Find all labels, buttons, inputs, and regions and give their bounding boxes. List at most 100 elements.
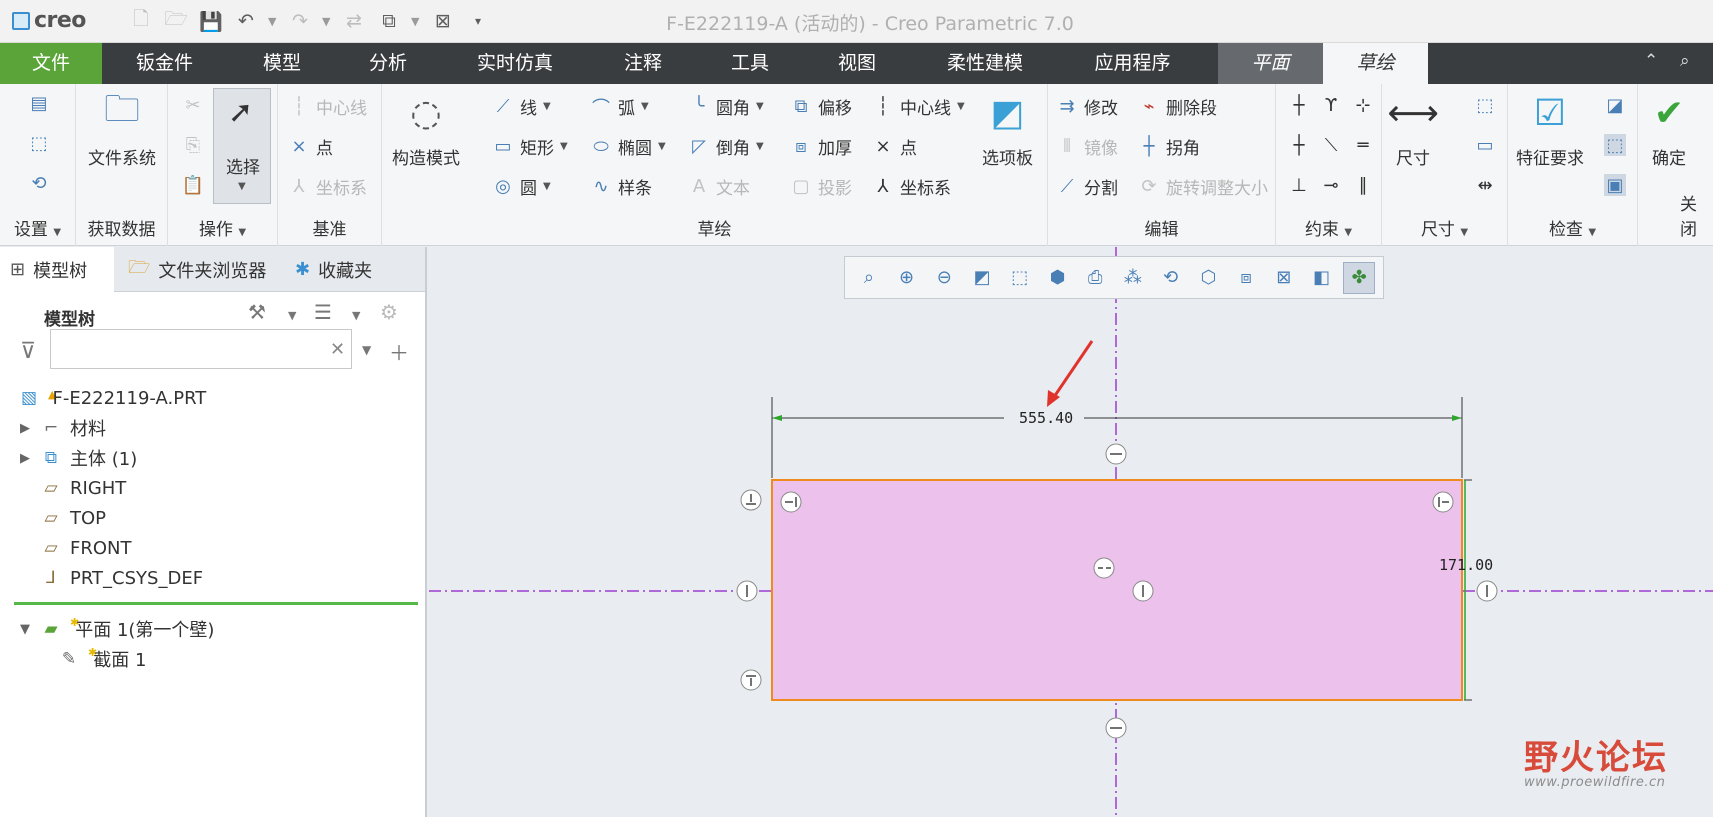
repaint-icon[interactable]: ◩ bbox=[966, 262, 998, 294]
expand-icon[interactable]: ▶ bbox=[18, 421, 32, 436]
tree-filter-settings-icon[interactable]: ⚙ bbox=[380, 300, 398, 324]
rectangle-button[interactable]: ▭ 矩形 ▼ bbox=[492, 134, 567, 159]
ellipse-button[interactable]: ⬭ 椭圆 ▼ bbox=[590, 134, 665, 159]
expand-icon[interactable]: ▶ bbox=[18, 451, 32, 466]
tab-flat[interactable]: 平面 bbox=[1218, 43, 1323, 84]
fillet-button[interactable]: ╰ 圆角 ▼ bbox=[688, 94, 764, 119]
delete-segment-button[interactable]: ⌁ 删除段 bbox=[1138, 94, 1217, 119]
symmetric-constraint-icon[interactable]: ⊸ bbox=[1320, 174, 1342, 196]
modify-button[interactable]: ⇉ 修改 bbox=[1056, 94, 1118, 119]
tree-item-part[interactable]: ▧ ▲F-E222119-A.PRT bbox=[18, 384, 206, 412]
datum-csys-button[interactable]: ⅄ 坐标系 bbox=[288, 174, 368, 199]
divide-button[interactable]: ⟋ 分割 bbox=[1056, 174, 1118, 199]
mirror-button[interactable]: ⫴ 镜像 bbox=[1056, 134, 1118, 159]
tab-simulation[interactable]: 实时仿真 bbox=[455, 43, 575, 84]
tree-item-body[interactable]: ▶ ⧉ 主体 (1) bbox=[18, 444, 137, 472]
tree-item-csys[interactable]: ⅃ PRT_CSYS_DEF bbox=[18, 564, 203, 592]
corner-button[interactable]: ┼ 拐角 bbox=[1138, 134, 1200, 159]
tab-sheetmetal[interactable]: 钣金件 bbox=[112, 43, 217, 84]
tab-sketch[interactable]: 草绘 bbox=[1323, 43, 1428, 84]
datum-point-button[interactable]: × 点 bbox=[288, 134, 333, 159]
undo-dropdown-icon[interactable]: ▼ bbox=[268, 15, 278, 28]
group-label-operations[interactable]: 操作 ▼ bbox=[168, 215, 277, 240]
circle-button[interactable]: ◎ 圆 ▼ bbox=[492, 174, 551, 199]
reference-dimension-icon[interactable]: ⇹ bbox=[1474, 174, 1496, 196]
width-dimension[interactable]: 555.40 bbox=[1019, 409, 1073, 427]
windows-dropdown-icon[interactable]: ▼ bbox=[411, 15, 421, 28]
shade-closed-loops-icon[interactable]: ▣ bbox=[1604, 174, 1626, 196]
file-system-button[interactable]: 🗀 文件系统 bbox=[88, 89, 156, 170]
sketcher-display-icon[interactable]: ◧ bbox=[1306, 262, 1338, 294]
customize-toolbar-icon[interactable]: ▾ bbox=[465, 8, 491, 34]
spline-button[interactable]: ∿ 样条 bbox=[590, 174, 652, 199]
save-icon[interactable]: 💾 bbox=[198, 8, 224, 34]
sketch-csys-button[interactable]: ⅄ 坐标系 bbox=[872, 174, 952, 199]
thicken-button[interactable]: ⧈ 加厚 bbox=[790, 134, 852, 159]
highlight-open-ends-icon[interactable]: ⬚ bbox=[1604, 134, 1626, 156]
tangent-constraint-icon[interactable]: ϒ bbox=[1320, 94, 1342, 116]
tab-favorites[interactable]: ✱ 收藏夹 bbox=[285, 247, 405, 292]
redo-dropdown-icon[interactable]: ▼ bbox=[322, 15, 332, 28]
tree-settings-icon[interactable]: ⚒ bbox=[248, 300, 266, 324]
tree-item-section[interactable]: ✎ ✱截面 1 bbox=[58, 645, 147, 673]
sketch-canvas[interactable]: 555.40 171.00 bbox=[429, 247, 1713, 817]
clear-search-icon[interactable]: ✕ bbox=[330, 339, 345, 360]
graphics-window[interactable]: 555.40 171.00 bbox=[429, 247, 1713, 817]
text-button[interactable]: A 文本 bbox=[688, 174, 750, 199]
horizontal-constraint-icon[interactable]: ┼ bbox=[1288, 134, 1310, 156]
show-columns-icon[interactable]: ☰ bbox=[314, 300, 332, 324]
sketch-display-filter-icon[interactable]: ✤ bbox=[1343, 261, 1376, 294]
tree-item-front[interactable]: ▱ FRONT bbox=[18, 534, 131, 562]
zoom-out-icon[interactable]: ⊖ bbox=[928, 262, 960, 294]
sketch-view-icon[interactable]: ⟲ bbox=[28, 172, 50, 194]
group-label-constrain[interactable]: 约束 ▼ bbox=[1276, 215, 1381, 240]
arc-button[interactable]: ⌒ 弧 ▼ bbox=[590, 94, 649, 120]
parallel-constraint-icon[interactable]: ∥ bbox=[1352, 174, 1374, 196]
group-label-inspect[interactable]: 检查 ▼ bbox=[1508, 215, 1637, 240]
height-dimension[interactable]: 171.00 bbox=[1439, 556, 1493, 574]
tab-tools[interactable]: 工具 bbox=[705, 43, 795, 84]
chamfer-button[interactable]: ◸ 倒角 ▼ bbox=[688, 134, 764, 159]
baseline-dimension-icon[interactable]: ▭ bbox=[1474, 134, 1496, 156]
overlapping-geometry-icon[interactable]: ◪ bbox=[1604, 94, 1626, 116]
tree-item-top[interactable]: ▱ TOP bbox=[18, 504, 106, 532]
open-file-icon[interactable]: 🗁 bbox=[163, 8, 189, 34]
insert-indicator[interactable] bbox=[14, 602, 418, 605]
new-file-icon[interactable]: 🗋 bbox=[128, 8, 154, 34]
cut-icon[interactable]: ✂ bbox=[182, 94, 204, 116]
select-button[interactable]: ➚ 选择 ▼ bbox=[213, 88, 271, 204]
perpendicular-constraint-icon[interactable]: ⊥ bbox=[1288, 174, 1310, 196]
perspective-icon[interactable]: ⧈ bbox=[1230, 262, 1262, 294]
refit-icon[interactable]: ⌕ bbox=[853, 262, 885, 294]
feature-requirements-button[interactable]: ☑ 特征要求 bbox=[1516, 90, 1584, 170]
tree-settings-dropdown-icon[interactable]: ▼ bbox=[288, 309, 296, 322]
coincident-constraint-icon[interactable]: ⟍ bbox=[1320, 134, 1342, 156]
search-icon[interactable]: ⌕ bbox=[1680, 51, 1690, 71]
display-style-icon[interactable]: ⬚ bbox=[1004, 262, 1036, 294]
project-button[interactable]: ▢ 投影 bbox=[790, 174, 852, 199]
tab-applications[interactable]: 应用程序 bbox=[1075, 43, 1190, 84]
tree-item-material[interactable]: ▶ ⌐ 材料 bbox=[18, 414, 106, 442]
tab-flexible-modeling[interactable]: 柔性建模 bbox=[930, 43, 1040, 84]
reference-icon[interactable]: ⬚ bbox=[28, 132, 50, 154]
close-window-icon[interactable]: ⊠ bbox=[430, 8, 456, 34]
tab-folder-browser[interactable]: 🗁 文件夹浏览器 bbox=[118, 247, 278, 292]
show-dropdown-icon[interactable]: ▼ bbox=[352, 309, 360, 322]
construction-mode-button[interactable]: ◌ 构造模式 bbox=[392, 90, 460, 170]
filter-dropdown-icon[interactable]: ▼ bbox=[362, 343, 371, 357]
annotation-display-icon[interactable]: ⬡ bbox=[1192, 262, 1224, 294]
copy-icon[interactable]: ⎘ bbox=[182, 134, 204, 156]
tab-analysis[interactable]: 分析 bbox=[343, 43, 433, 84]
palette-button[interactable]: ◩ 选项板 bbox=[982, 90, 1033, 170]
redo-icon[interactable]: ↷ bbox=[287, 8, 313, 34]
equal-constraint-icon[interactable]: ═ bbox=[1352, 134, 1374, 156]
collapse-icon[interactable]: ▼ bbox=[18, 622, 32, 637]
offset-button[interactable]: ⧉ 偏移 bbox=[790, 94, 852, 119]
tree-item-right[interactable]: ▱ RIGHT bbox=[18, 474, 126, 502]
rotate-resize-button[interactable]: ⟳ 旋转调整大小 bbox=[1138, 174, 1268, 199]
group-label-dimension[interactable]: 尺寸 ▼ bbox=[1382, 215, 1507, 240]
spin-center-icon[interactable]: ⟲ bbox=[1155, 262, 1187, 294]
collapse-ribbon-icon[interactable]: ⌃ bbox=[1644, 51, 1658, 71]
saved-orientations-icon[interactable]: ⬢ bbox=[1042, 262, 1074, 294]
sketch-setup-icon[interactable]: ▤ bbox=[28, 92, 50, 114]
